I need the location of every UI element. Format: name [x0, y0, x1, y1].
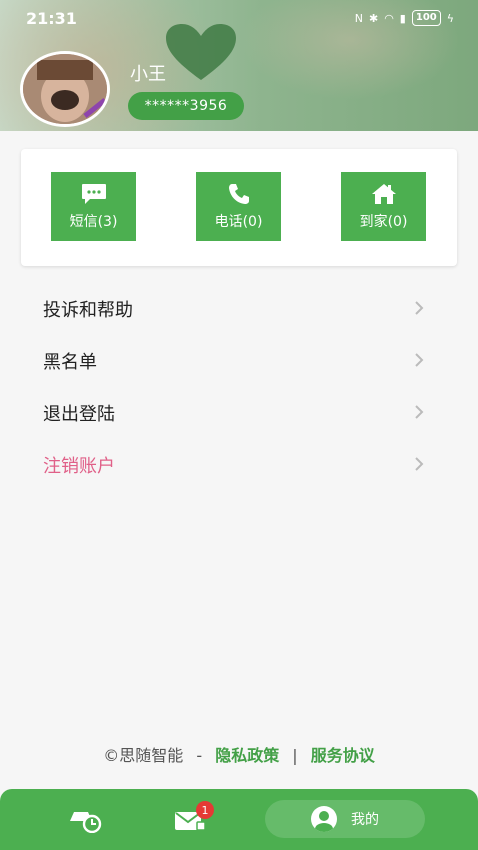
copyright-text: ©思随智能 [103, 746, 184, 765]
privacy-policy-link[interactable]: 隐私政策 [215, 746, 279, 765]
home-icon [371, 183, 396, 204]
chevron-right-icon [415, 405, 424, 419]
menu-item-label: 投诉和帮助 [43, 300, 133, 321]
terms-of-service-link[interactable]: 服务协议 [311, 746, 375, 765]
car-clock-icon [70, 811, 102, 833]
status-icons: N ✱ ◠ ▮ 100 ϟ [355, 10, 454, 26]
menu-item-label: 注销账户 [43, 456, 115, 477]
nav-tab-messages[interactable] [165, 789, 215, 850]
footer-dash: - [196, 746, 203, 765]
signal-icon: ▮ [399, 11, 406, 25]
chevron-right-icon [415, 353, 424, 367]
nav-tab-mine[interactable]: 我的 [265, 800, 425, 838]
battery-icon: 100 [411, 10, 441, 26]
phone-icon [228, 183, 249, 204]
status-bar: 21:31 N ✱ ◠ ▮ 100 ϟ [0, 0, 478, 38]
call-stat-button[interactable]: 电话(0) [196, 172, 281, 241]
user-icon [311, 806, 337, 832]
message-icon [81, 183, 106, 204]
chevron-right-icon [415, 457, 424, 471]
menu-item-label: 退出登陆 [43, 404, 115, 425]
unread-badge: 1 [196, 801, 214, 819]
menu-item-delete-account[interactable]: 注销账户 [0, 439, 478, 491]
stats-card: 短信(3) 电话(0) 到家(0) [21, 149, 457, 266]
nfc-icon: N [354, 11, 363, 25]
call-stat-label: 电话(0) [214, 213, 263, 230]
sms-stat-label: 短信(3) [69, 213, 118, 230]
sms-stat-button[interactable]: 短信(3) [51, 172, 136, 241]
charging-icon: ϟ [446, 11, 454, 25]
menu-item-blacklist[interactable]: 黑名单 [0, 335, 478, 387]
nav-tab-history[interactable] [60, 789, 110, 850]
footer-separator: | [292, 746, 298, 765]
avatar-image [23, 54, 107, 124]
phone-number-badge: ******3956 [128, 92, 244, 120]
nav-tab-mine-label: 我的 [351, 812, 379, 828]
username: 小王 [130, 64, 166, 85]
home-stat-button[interactable]: 到家(0) [341, 172, 426, 241]
status-time: 21:31 [26, 9, 77, 28]
wifi-icon: ◠ [384, 11, 394, 25]
chevron-right-icon [415, 301, 424, 315]
menu-item-logout[interactable]: 退出登陆 [0, 387, 478, 439]
avatar[interactable] [20, 51, 110, 127]
menu-item-help[interactable]: 投诉和帮助 [0, 283, 478, 335]
footer-links: ©思随智能 - 隐私政策 | 服务协议 [0, 742, 478, 766]
home-stat-label: 到家(0) [359, 213, 408, 230]
bluetooth-icon: ✱ [368, 11, 379, 25]
menu-item-label: 黑名单 [43, 352, 97, 373]
